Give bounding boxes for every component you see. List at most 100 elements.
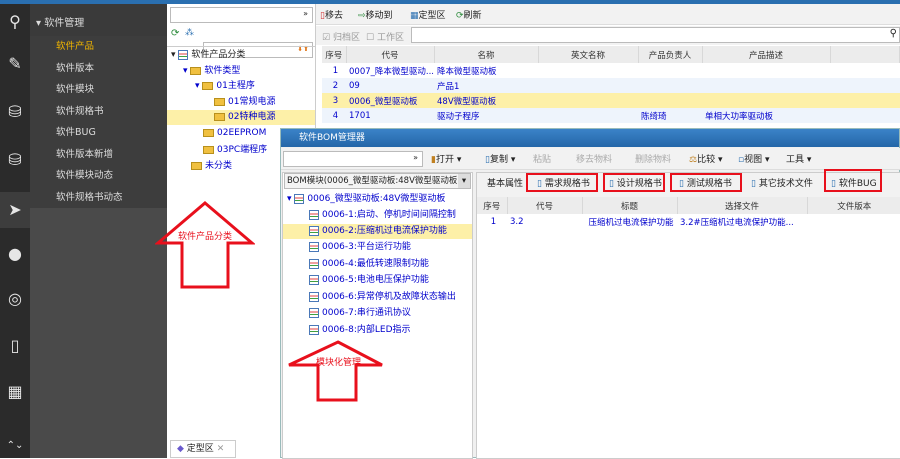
edit-icon[interactable]: ✎: [5, 54, 25, 74]
tree-node[interactable]: ▾ 01主程序: [195, 79, 255, 94]
col-header[interactable]: 序号: [477, 197, 508, 214]
bom-detail-panel: 基本属性 ▯ 需求规格书 ▯ 设计规格书 ▯ 测试规格书 ▯ 其它技术文件 ▯ …: [476, 172, 900, 459]
col-header[interactable]: 名称: [434, 46, 539, 63]
scroll-arrows-icon[interactable]: ⌃⌄: [5, 436, 25, 456]
archive-checkbox[interactable]: ☑ 归档区: [322, 30, 360, 43]
menu-item-spec-dynamic[interactable]: 软件规格书动态: [30, 186, 167, 208]
col-header[interactable]: 产品描述: [702, 46, 831, 63]
table-row-selected[interactable]: 3 0006_微型驱动板 48V微型驱动板: [322, 93, 900, 108]
menu-item-software-version[interactable]: 软件版本: [30, 57, 167, 79]
bom-tree-item[interactable]: 0006-4:最低转速限制功能: [309, 257, 429, 272]
highlight-requirement-spec: [526, 173, 598, 192]
remove-material-button: 移去物料: [576, 155, 613, 165]
move-to-button[interactable]: ⇨移动到: [358, 8, 393, 21]
menu-item-bug[interactable]: 软件BUG: [30, 122, 167, 144]
bom-tree-item[interactable]: 0006-3:平台运行功能: [309, 240, 411, 255]
table-header: 序号 代号 名称 英文名称 产品负责人 产品描述: [322, 46, 900, 63]
menu-header-label: 软件管理: [44, 18, 85, 29]
col-header[interactable]: 产品负责人: [638, 46, 703, 63]
tree-filter-dropdown[interactable]: »: [170, 7, 313, 23]
tree-node[interactable]: 01常规电源: [214, 95, 275, 110]
col-header[interactable]: 代号: [507, 197, 583, 214]
refresh-button[interactable]: ⟳刷新: [456, 8, 482, 21]
bom-tree-panel: BOM模块(0006_微型驱动板:48V微型驱动板 ▾ ▾ 0006_微型驱动板:…: [282, 172, 473, 459]
window-title: 软件BOM管理器: [299, 133, 365, 143]
finalize-area-button[interactable]: ▦定型区: [410, 8, 446, 21]
bottom-tab-finalize-area[interactable]: ◆ 定型区 ✕: [170, 440, 236, 458]
col-header[interactable]: 标题: [582, 197, 678, 214]
table-row[interactable]: 2 09 产品1: [322, 78, 900, 93]
book-icon[interactable]: ▯: [5, 336, 25, 356]
view-button[interactable]: ▫视图 ▾: [738, 152, 770, 165]
tree-node[interactable]: 02EEPROM: [203, 126, 266, 141]
table-row[interactable]: 1 3.2 压缩机过电流保护功能 3.2#压缩机过电流保护功能...: [477, 214, 900, 229]
col-header[interactable]: 序号: [322, 46, 347, 63]
tree-node[interactable]: 未分类: [191, 159, 232, 174]
compare-button[interactable]: ⚖比较 ▾: [689, 152, 722, 165]
search-qpm-icon[interactable]: ⚲: [5, 12, 25, 32]
tab-other-docs[interactable]: ▯ 其它技术文件: [747, 177, 817, 193]
menu-item-software-product[interactable]: 软件产品: [30, 36, 167, 58]
refresh-icon[interactable]: ⟳: [171, 28, 179, 39]
bom-module-select[interactable]: BOM模块(0006_微型驱动板:48V微型驱动板 ▾: [284, 173, 471, 189]
work-checkbox[interactable]: ☐ 工作区: [366, 30, 404, 43]
bom-tree-item-selected[interactable]: 0006-2:压缩机过电流保护功能: [283, 224, 472, 239]
tab-basic-properties[interactable]: 基本属性: [483, 177, 527, 193]
main-toolbar: ▯移去 ⇨移动到 ▦定型区 ⟳刷新: [316, 4, 900, 25]
filter-row: ☑ 归档区 ☐ 工作区 ⚲: [316, 26, 900, 45]
table-row[interactable]: 1 0007_降本微型驱动... 降本微型驱动板: [322, 63, 900, 78]
tree-root[interactable]: ▾ 软件产品分类: [171, 48, 245, 63]
menu-panel: ▾ 软件管理 软件产品 软件版本 软件模块 软件规格书 软件BUG 软件版本新增…: [30, 4, 167, 458]
window-title-bar[interactable]: 软件BOM管理器: [281, 129, 899, 147]
chat-icon[interactable]: ●: [5, 244, 25, 264]
bom-tree-item[interactable]: 0006-7:串行通讯协议: [309, 306, 411, 321]
bom-tree-item[interactable]: 0006-6:异常停机及故障状态输出: [309, 290, 456, 305]
bom-tree-root[interactable]: ▾ 0006_微型驱动板:48V微型驱动板: [287, 192, 445, 207]
col-header[interactable]: 选择文件: [677, 197, 808, 214]
bom-toolbar: » ▮打开 ▾ ▯复制 ▾ 粘贴 移去物料 删除物料 ⚖比较 ▾ ▫视图 ▾ 工…: [281, 148, 900, 170]
table-header: 序号 代号 标题 选择文件 文件版本: [477, 197, 900, 214]
annotation-arrow-tree: [155, 201, 255, 289]
send-icon[interactable]: ➤: [0, 192, 30, 228]
highlight-test-spec: [670, 173, 742, 192]
delete-material-button: 删除物料: [635, 155, 672, 165]
icon-strip: ⚲ ✎ ⛁ ⛁ ➤ ● ◎ ▯ ▦ ⌃⌄: [0, 4, 30, 458]
bom-tree-item[interactable]: 0006-5:电池电压保护功能: [309, 273, 429, 288]
copy-button[interactable]: ▯复制 ▾: [485, 152, 515, 165]
doc-table: 序号 代号 标题 选择文件 文件版本 1 3.2 压缩机过电流保护功能 3.2#压缩机过电流保…: [477, 197, 900, 229]
menu-item-module-dynamic[interactable]: 软件模块动态: [30, 165, 167, 187]
annotation-arrow-module: [288, 340, 383, 402]
tree-node-selected[interactable]: 02特种电源: [167, 110, 315, 125]
tree-node[interactable]: ▾ 软件类型: [183, 64, 240, 79]
annotation-module-label: 模块化管理: [316, 358, 362, 368]
bom-tree-item[interactable]: 0006-1:启动、停机时间间隔控制: [309, 208, 456, 223]
open-button[interactable]: ▮打开 ▾: [431, 152, 461, 165]
database-icon[interactable]: ⛁: [5, 150, 25, 170]
menu-item-software-module[interactable]: 软件模块: [30, 79, 167, 101]
table-row[interactable]: 4 1701 驱动子程序 陈绮琦 单相大功率驱动板: [322, 108, 900, 123]
col-header[interactable]: 文件版本: [807, 197, 900, 214]
product-table: 序号 代号 名称 英文名称 产品负责人 产品描述 1 0007_降本微型驱动... 降本微型驱…: [322, 46, 900, 123]
bom-search-dropdown[interactable]: »: [283, 151, 423, 167]
highlight-design-spec: [603, 173, 665, 192]
product-list-area: ▯移去 ⇨移动到 ▦定型区 ⟳刷新 ☑ 归档区 ☐ 工作区 ⚲ 序号 代号 名称 英文…: [316, 4, 900, 128]
annotation-tree-label: 软件产品分类: [178, 232, 233, 242]
database-gear-icon[interactable]: ⛁: [5, 102, 25, 122]
highlight-software-bug: [824, 169, 882, 192]
tree-node[interactable]: 03PC端程序: [203, 143, 267, 158]
menu-header[interactable]: ▾ 软件管理: [30, 4, 167, 36]
remove-button[interactable]: ▯移去: [320, 8, 343, 21]
bom-tree-item[interactable]: 0006-8:内部LED指示: [309, 323, 411, 338]
col-header[interactable]: 代号: [346, 46, 435, 63]
close-icon[interactable]: ✕: [217, 444, 225, 454]
menu-item-version-new[interactable]: 软件版本新增: [30, 143, 167, 165]
broadcast-icon[interactable]: ◎: [5, 289, 25, 309]
tools-button[interactable]: 工具 ▾: [786, 152, 811, 165]
calendar-icon[interactable]: ▦: [5, 382, 25, 402]
paste-button: 粘贴: [533, 155, 552, 165]
tree-options-icon[interactable]: ⁂: [185, 28, 194, 38]
col-header[interactable]: 英文名称: [538, 46, 639, 63]
menu-item-spec[interactable]: 软件规格书: [30, 100, 167, 122]
list-search-input[interactable]: ⚲: [411, 27, 900, 43]
search-icon[interactable]: ⚲: [890, 28, 897, 39]
